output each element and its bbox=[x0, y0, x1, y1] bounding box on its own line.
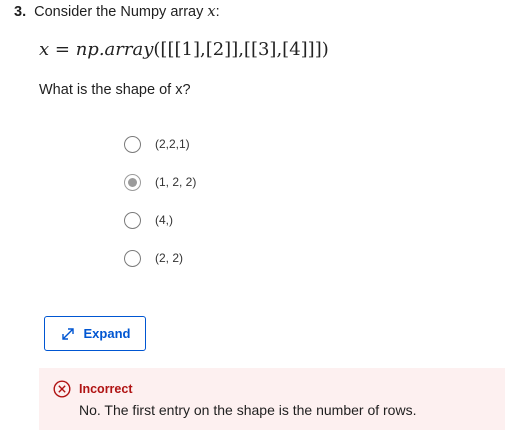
question-prompt: What is the shape of x? bbox=[39, 82, 191, 98]
expand-button-label: Expand bbox=[83, 326, 131, 341]
array-formula: x = np.array([[[1],[2]],[[3],[4]]]) bbox=[39, 37, 329, 63]
answer-option-label: (4,) bbox=[155, 213, 173, 227]
answer-options: (2,2,1) (1, 2, 2) (4,) (2, 2) bbox=[124, 133, 196, 285]
question-suffix: : bbox=[215, 4, 220, 20]
question-variable: x bbox=[207, 4, 216, 20]
formula-equals: = bbox=[54, 39, 70, 60]
expand-arrows-icon bbox=[61, 327, 74, 340]
expand-button[interactable]: Expand bbox=[44, 316, 146, 351]
answer-option[interactable]: (2, 2) bbox=[124, 247, 196, 285]
formula-func: np.array bbox=[75, 39, 154, 60]
incorrect-x-circle-icon bbox=[53, 380, 71, 398]
answer-option-selected[interactable]: (1, 2, 2) bbox=[124, 171, 196, 209]
question-number: 3. bbox=[14, 4, 27, 20]
feedback-message: No. The first entry on the shape is the … bbox=[79, 402, 417, 418]
feedback-panel: Incorrect No. The first entry on the sha… bbox=[39, 368, 505, 430]
answer-option[interactable]: (4,) bbox=[124, 209, 196, 247]
formula-args: ([[[1],[2]],[[3],[4]]]) bbox=[153, 39, 329, 60]
radio-button[interactable] bbox=[124, 136, 141, 153]
radio-button[interactable] bbox=[124, 212, 141, 229]
answer-option[interactable]: (2,2,1) bbox=[124, 133, 196, 171]
radio-button-checked[interactable] bbox=[124, 174, 141, 191]
question-header: 3. Consider the Numpy array x: bbox=[14, 2, 220, 22]
answer-option-label: (2,2,1) bbox=[155, 137, 190, 151]
radio-button[interactable] bbox=[124, 250, 141, 267]
formula-lhs: x bbox=[39, 39, 50, 60]
question-text: Consider the Numpy array bbox=[34, 4, 204, 20]
answer-option-label: (2, 2) bbox=[155, 251, 184, 265]
answer-option-label: (1, 2, 2) bbox=[155, 175, 197, 189]
feedback-status: Incorrect bbox=[79, 382, 133, 396]
